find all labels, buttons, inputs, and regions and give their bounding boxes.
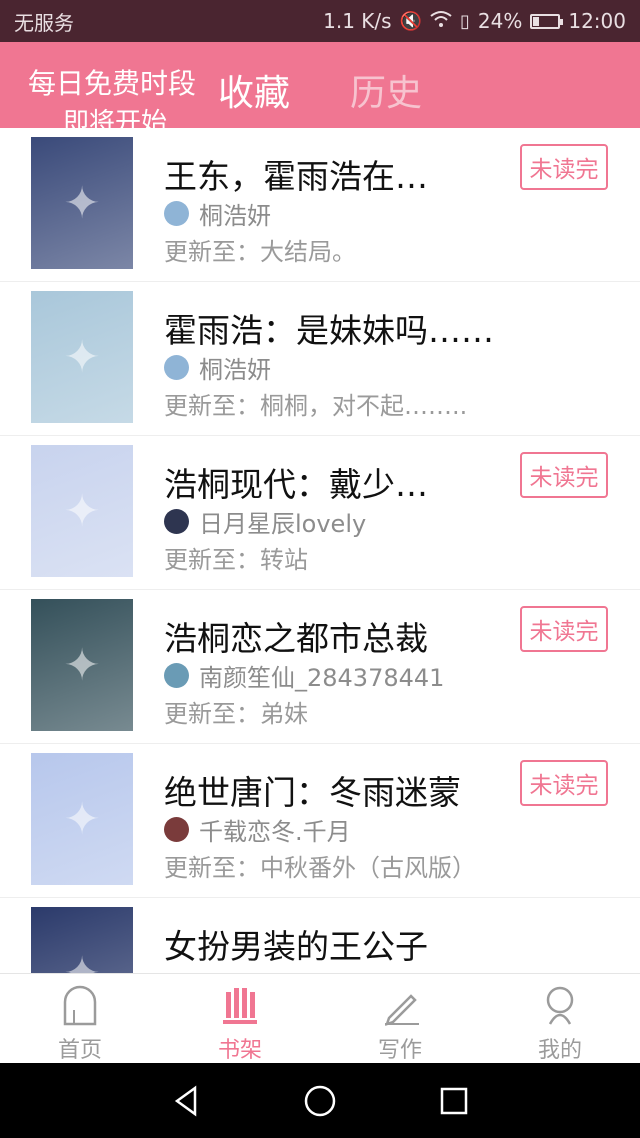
nav-profile[interactable]: 我的: [480, 974, 640, 1064]
nav-bookshelf[interactable]: 书架: [160, 974, 320, 1064]
status-right: 1.1 K/s 🔇 ▯ 24% 12:00: [323, 9, 626, 33]
update-status: 更新至：转站: [164, 546, 308, 574]
unread-badge: 未读完: [520, 606, 608, 652]
home-icon: [63, 985, 97, 1026]
unread-badge: 未读完: [520, 452, 608, 498]
promo-text-line1[interactable]: 每日免费时段: [28, 62, 196, 102]
carrier-label: 无服务: [14, 10, 74, 35]
author-avatar: [164, 509, 189, 534]
home-circle-icon[interactable]: [303, 1084, 337, 1118]
book-title[interactable]: 浩桐恋之都市总裁: [164, 612, 428, 660]
unread-badge: 未读完: [520, 760, 608, 806]
book-cover[interactable]: ✦: [31, 907, 133, 973]
author-name: 桐浩妍: [199, 202, 271, 230]
author-name: 千载恋冬.千月: [199, 818, 351, 846]
profile-icon: [546, 986, 574, 1025]
mute-icon: 🔇: [399, 10, 422, 32]
tab-collect[interactable]: 收藏: [218, 64, 290, 116]
tab-history[interactable]: 历史: [350, 64, 422, 116]
update-status: 更新至：大结局。: [164, 238, 356, 266]
cover-art-icon: ✦: [63, 793, 101, 845]
nav-home-label: 首页: [57, 1038, 102, 1063]
author-row: 桐浩妍: [164, 196, 271, 231]
book-row[interactable]: ✦ 浩桐现代：戴少… 日月星辰lovely 更新至：转站 未读完: [0, 436, 640, 590]
update-status: 更新至：弟妹: [164, 700, 308, 728]
book-cover[interactable]: ✦: [31, 291, 133, 423]
cover-art-icon: ✦: [63, 639, 101, 691]
author-name: 南颜笙仙_284378441: [199, 664, 445, 692]
book-cover[interactable]: ✦: [31, 599, 133, 731]
pencil-icon: [385, 994, 419, 1026]
back-icon[interactable]: [169, 1084, 203, 1118]
book-title[interactable]: 浩桐现代：戴少…: [164, 458, 428, 506]
status-bar: 无服务 1.1 K/s 🔇 ▯ 24% 12:00: [0, 0, 640, 42]
book-title[interactable]: 绝世唐门：冬雨迷蒙: [164, 766, 461, 814]
book-row[interactable]: ✦ 王东，霍雨浩在… 桐浩妍更新至：大结局。 未读完: [0, 128, 640, 282]
app-header: 每日免费时段 即将开始 收藏 历史: [0, 42, 640, 128]
cover-art-icon: ✦: [63, 177, 101, 229]
author-row: 南颜笙仙_284378441: [164, 658, 444, 693]
author-row: 千载恋冬.千月: [164, 812, 351, 847]
book-title[interactable]: 女扮男装的王公子: [164, 920, 428, 968]
nav-write[interactable]: 写作: [320, 974, 480, 1064]
cover-art-icon: ✦: [63, 485, 101, 537]
author-name: 日月星辰lovely: [199, 510, 367, 538]
author-avatar: [164, 663, 189, 688]
update-status: 更新至：桐桐，对不起……..: [164, 392, 468, 420]
update-status: 更新至：中秋番外（古风版）: [164, 854, 476, 882]
book-row[interactable]: ✦ 绝世唐门：冬雨迷蒙千载恋冬.千月更新至：中秋番外（古风版） 未读完: [0, 744, 640, 898]
battery-percent: 24%: [477, 9, 523, 33]
nav-profile-label: 我的: [537, 1038, 582, 1063]
book-row[interactable]: ✦ 女扮男装的王公子: [0, 898, 640, 973]
battery-icon: [530, 13, 564, 29]
unread-badge: 未读完: [520, 144, 608, 190]
nav-bookshelf-label: 书架: [217, 1038, 262, 1063]
net-speed: 1.1 K/s: [323, 9, 392, 33]
author-name: 桐浩妍: [199, 356, 271, 384]
bookshelf-icon: [223, 988, 257, 1024]
recents-icon[interactable]: [437, 1084, 471, 1118]
book-cover[interactable]: ✦: [31, 445, 133, 577]
cover-art-icon: ✦: [63, 947, 101, 974]
book-row[interactable]: ✦ 浩桐恋之都市总裁南颜笙仙_284378441 更新至：弟妹 未读完: [0, 590, 640, 744]
book-cover[interactable]: ✦: [31, 753, 133, 885]
author-avatar: [164, 817, 189, 842]
clock: 12:00: [568, 9, 626, 33]
system-nav-bar: [0, 1063, 640, 1138]
author-row: 日月星辰lovely: [164, 504, 366, 539]
author-avatar: [164, 355, 189, 380]
book-title[interactable]: 霍雨浩：是妹妹吗……: [164, 304, 494, 352]
book-cover[interactable]: ✦: [31, 137, 133, 269]
cover-art-icon: ✦: [63, 331, 101, 383]
nav-write-label: 写作: [377, 1038, 422, 1063]
nav-home[interactable]: 首页: [0, 974, 160, 1064]
sim-icon: ▯: [460, 10, 470, 32]
author-row: 桐浩妍: [164, 350, 271, 385]
author-avatar: [164, 201, 189, 226]
book-row[interactable]: ✦ 霍雨浩：是妹妹吗…… 桐浩妍更新至：桐桐，对不起……..: [0, 282, 640, 436]
promo-text-line2[interactable]: 即将开始: [63, 102, 167, 128]
bottom-nav: 首页 书架 写作 我的: [0, 973, 640, 1064]
wifi-icon: [430, 10, 452, 33]
book-list: ✦ 王东，霍雨浩在… 桐浩妍 更新至：大结局。 未读完 ✦ 霍雨浩：是妹妹吗…… 桐浩妍 更新至…: [0, 128, 640, 973]
book-title[interactable]: 王东，霍雨浩在…: [164, 150, 428, 198]
